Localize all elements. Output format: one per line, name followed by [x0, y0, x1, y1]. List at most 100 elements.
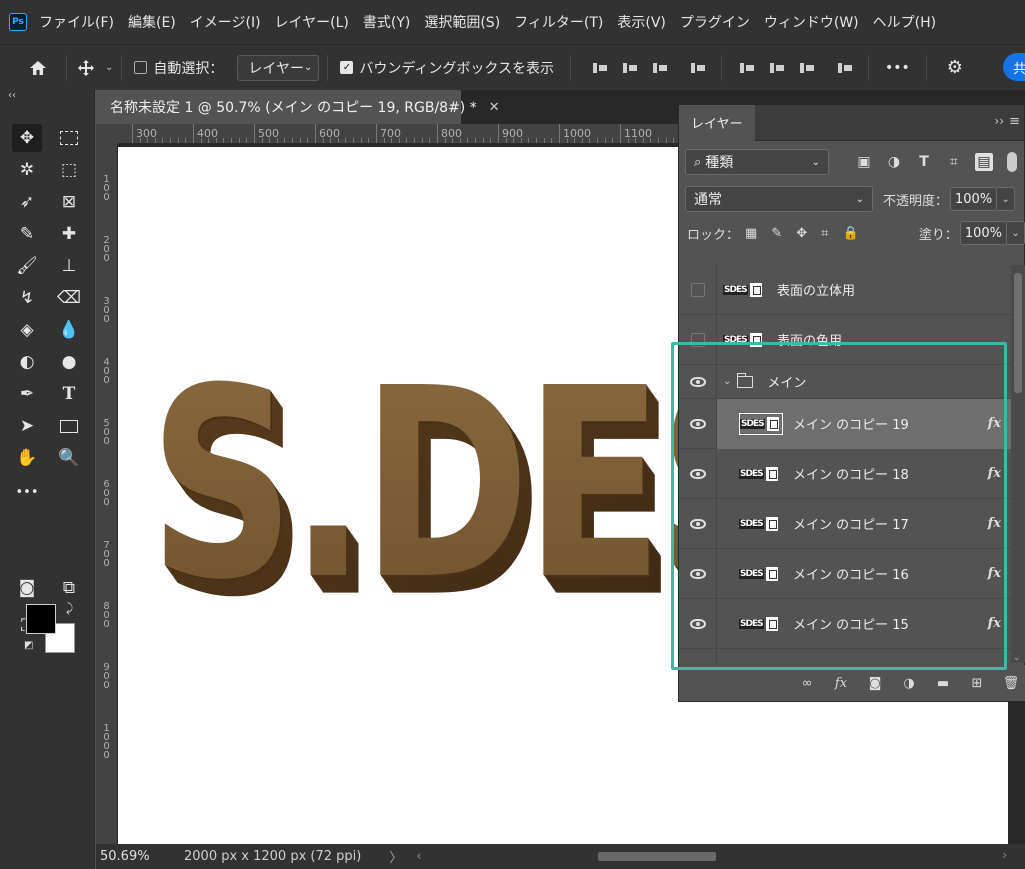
adjustment-filter-icon[interactable]: ◑ — [885, 153, 903, 171]
new-layer-icon[interactable]: ⊞ — [968, 674, 986, 692]
collapse-panel-icon[interactable]: ‹‹ — [8, 90, 16, 101]
screen-mode-icon[interactable]: ⧉ — [54, 574, 84, 602]
type-tool-icon[interactable]: T — [54, 380, 84, 408]
smart-object-filter-icon[interactable]: ▤ — [975, 153, 993, 171]
layer-row[interactable]: SDES 表面の色用 — [679, 314, 1011, 365]
foreground-color-swatch[interactable] — [26, 604, 56, 634]
close-icon[interactable]: ✕ — [489, 100, 500, 115]
menu-item[interactable]: ウィンドウ(W) — [764, 12, 859, 32]
shape-filter-icon[interactable]: ⌗ — [945, 153, 963, 171]
move-tool-icon[interactable] — [75, 59, 97, 77]
align-horizontal-center-icon[interactable] — [623, 61, 637, 75]
layer-body[interactable]: SDES メイン のコピー 18 — [717, 449, 1011, 499]
healing-brush-tool-icon[interactable]: ✚ — [54, 220, 84, 248]
layer-body[interactable]: SDES メイン のコピー 16 — [717, 549, 1011, 599]
lock-image-pixels-icon[interactable]: ✎ — [771, 226, 782, 241]
layer-list[interactable]: SDES 表面の立体用 SDES 表面の色用 ⌄ メイン SDES メイン のコピー 19 fx… — [679, 265, 1011, 673]
default-colors-icon[interactable]: ◩ — [24, 640, 33, 651]
frame-tool-icon[interactable]: ⊠ — [54, 188, 84, 216]
panel-menu-icon[interactable]: ≡ — [1009, 114, 1020, 129]
menu-item[interactable]: 選択範囲(S) — [424, 12, 500, 32]
more-options-icon[interactable]: ••• — [885, 60, 910, 76]
layer-row[interactable]: SDES メイン のコピー 19 fx — [679, 398, 1011, 449]
lock-position-icon[interactable]: ✥ — [796, 226, 807, 241]
tab-layers[interactable]: レイヤー — [679, 104, 755, 141]
menu-item[interactable]: 編集(E) — [128, 12, 176, 32]
hand-tool-icon[interactable]: ✋ — [12, 444, 42, 472]
lock-artboard-icon[interactable]: ⌗ — [821, 226, 828, 241]
add-mask-icon[interactable]: ◙ — [866, 674, 884, 692]
new-group-icon[interactable]: ▬ — [934, 674, 952, 692]
move-tool-icon[interactable]: ✥ — [12, 124, 42, 152]
edit-toolbar-icon[interactable]: ••• — [12, 478, 42, 506]
layer-row[interactable]: SDES メイン のコピー 16 fx — [679, 548, 1011, 599]
auto-select-target-dropdown[interactable]: レイヤー ⌄ — [237, 54, 320, 81]
path-selection-tool-icon[interactable]: ➤ — [12, 412, 42, 440]
history-brush-tool-icon[interactable]: ↯ — [12, 284, 42, 312]
layer-body[interactable]: SDES メイン のコピー 19 — [717, 398, 1011, 449]
tool-preset-chevron-down-icon[interactable]: ⌄ — [105, 62, 113, 73]
filter-toggle-switch[interactable] — [1007, 152, 1017, 172]
scroll-down-icon[interactable]: ⌄ — [1013, 653, 1021, 663]
lock-transparent-pixels-icon[interactable]: ▦ — [745, 226, 757, 241]
paint-bucket-tool-icon[interactable]: ◈ — [12, 316, 42, 344]
stamp-tool-icon[interactable]: ⊥ — [54, 252, 84, 280]
layer-group-row[interactable]: ⌄ メイン — [679, 364, 1011, 399]
layer-row[interactable]: SDES メイン のコピー 15 fx — [679, 598, 1011, 649]
horizontal-scrollbar[interactable] — [408, 852, 908, 861]
visibility-toggle[interactable] — [679, 448, 717, 499]
layer-filter-kind-dropdown[interactable]: ⌕ 種類 ⌄ — [685, 149, 829, 175]
layer-effects-icon[interactable]: fx — [988, 616, 1001, 631]
align-right-icon[interactable] — [653, 61, 667, 75]
fill-chevron-down-icon[interactable]: ⌄ — [1007, 221, 1025, 245]
align-left-icon[interactable] — [593, 61, 607, 75]
rectangle-tool-icon[interactable] — [54, 412, 84, 440]
layer-body[interactable]: SDES メイン のコピー 15 — [717, 599, 1011, 649]
align-vertical-center-icon[interactable] — [770, 61, 784, 75]
delete-layer-icon[interactable]: 🗑 — [1002, 674, 1020, 692]
layer-row[interactable]: SDES メイン のコピー 18 fx — [679, 448, 1011, 499]
brush-lasso-tool-icon[interactable]: ➶ — [12, 188, 42, 216]
eyedropper-tool-icon[interactable]: ✎ — [12, 220, 42, 248]
status-menu-arrow-icon[interactable]: 〉 — [389, 847, 402, 866]
visibility-toggle[interactable] — [679, 314, 717, 365]
layer-effects-icon[interactable]: fx — [988, 566, 1001, 581]
expand-panel-icon[interactable]: ›› — [994, 114, 1004, 128]
layer-effects-icon[interactable]: fx — [988, 516, 1001, 531]
visibility-toggle[interactable] — [679, 498, 717, 549]
menu-item[interactable]: ヘルプ(H) — [873, 12, 936, 32]
pen-tool-icon[interactable]: ✒ — [12, 380, 42, 408]
fill-input[interactable]: 100% — [959, 221, 1007, 245]
layer-effects-icon[interactable]: fx — [988, 416, 1001, 431]
layer-effects-icon[interactable]: fx — [988, 466, 1001, 481]
menu-item[interactable]: プラグイン — [680, 12, 750, 32]
layer-body[interactable]: SDES 表面の立体用 — [717, 265, 1011, 315]
brush-tool-icon[interactable]: 🖌 — [12, 252, 42, 280]
share-button[interactable]: 共 — [1003, 53, 1025, 81]
layers-scrollbar[interactable]: ⌄ — [1011, 265, 1025, 663]
scroll-right-icon[interactable]: › — [1002, 848, 1007, 862]
swap-colors-icon[interactable]: ⤸ — [66, 601, 73, 616]
menu-item[interactable]: 書式(Y) — [363, 12, 410, 32]
quick-mask-icon[interactable]: ◙ — [12, 574, 42, 602]
home-icon[interactable] — [28, 60, 48, 76]
menu-item[interactable]: フィルター(T) — [514, 12, 603, 32]
opacity-chevron-down-icon[interactable]: ⌄ — [997, 187, 1016, 211]
document-tab[interactable]: 名称未設定 1 @ 50.7% (メイン のコピー 19, RGB/8#) * … — [96, 90, 500, 124]
layers-scrollbar-thumb[interactable] — [1014, 273, 1022, 393]
visibility-toggle[interactable] — [679, 548, 717, 599]
adjustment-layer-icon[interactable]: ◑ — [900, 674, 918, 692]
zoom-level[interactable]: 50.69% — [100, 849, 170, 864]
menu-item[interactable]: レイヤー(L) — [275, 12, 349, 32]
gear-icon[interactable]: ⚙ — [947, 57, 963, 78]
horizontal-scrollbar-thumb[interactable] — [598, 852, 716, 861]
type-filter-icon[interactable]: T — [915, 153, 933, 171]
ruler-vertical[interactable]: 100 200 300 400 500 600 700 800 900 1000 — [96, 144, 118, 844]
visibility-toggle[interactable] — [679, 265, 717, 315]
distribute-vertical-icon[interactable] — [838, 61, 852, 75]
visibility-toggle[interactable] — [679, 364, 717, 399]
visibility-toggle[interactable] — [679, 598, 717, 649]
visibility-toggle[interactable] — [679, 398, 717, 449]
layer-row[interactable]: SDES 表面の立体用 — [679, 265, 1011, 315]
bounding-box-checkbox[interactable]: ✓ — [340, 61, 354, 74]
